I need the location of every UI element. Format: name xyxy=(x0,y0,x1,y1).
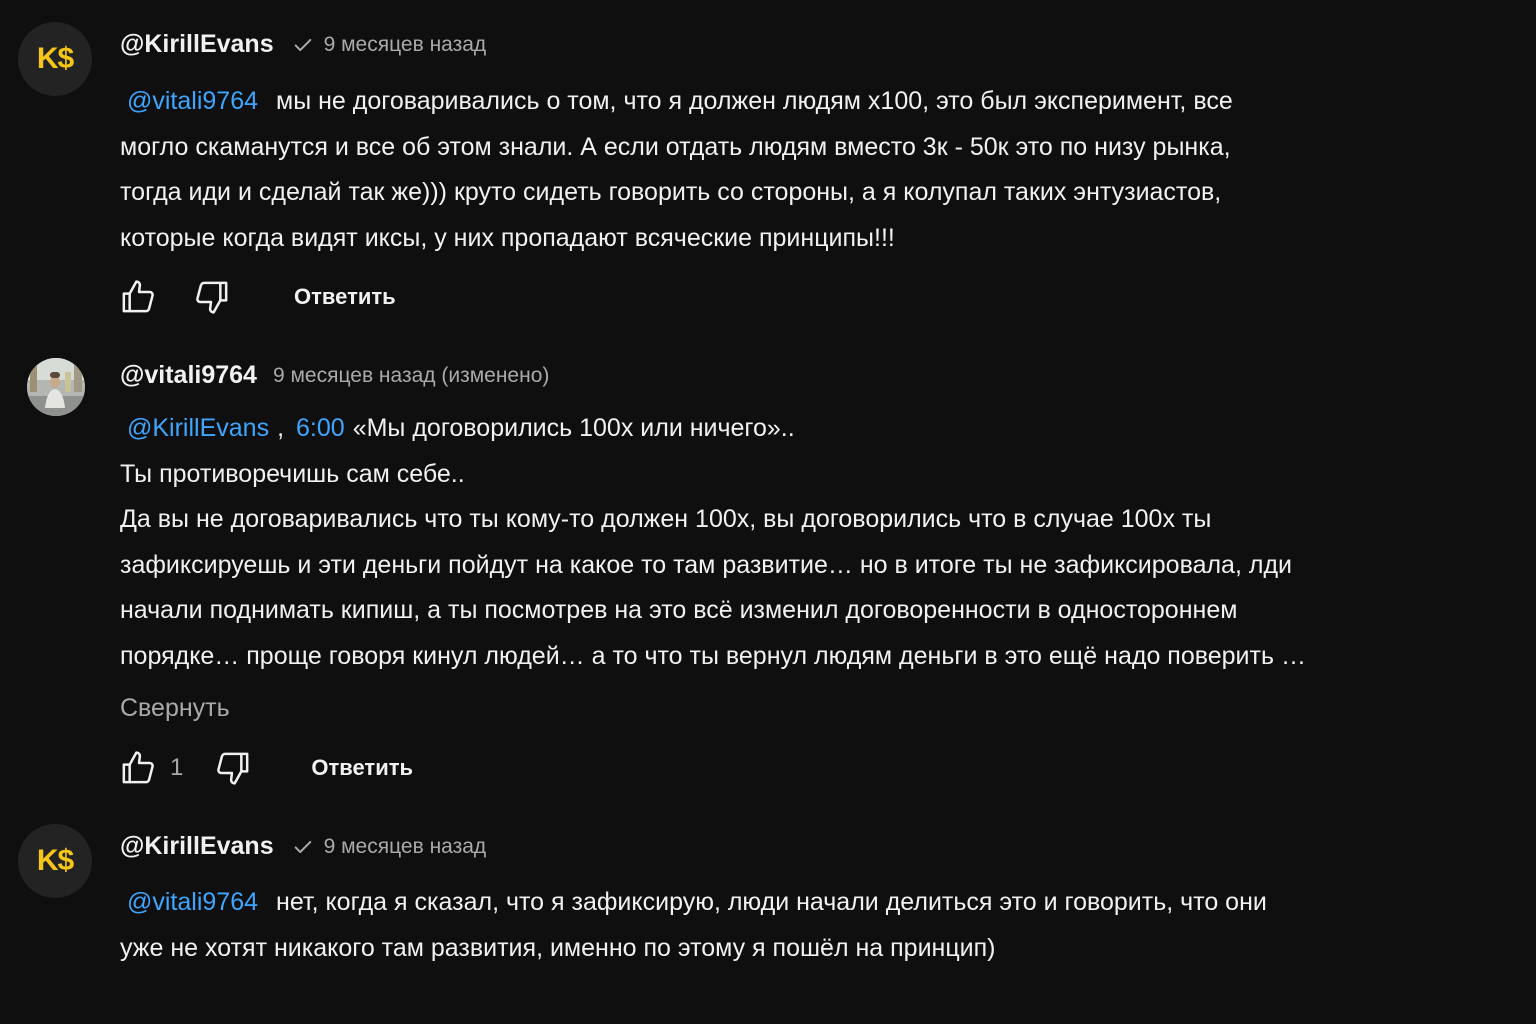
thumbs-down-icon[interactable] xyxy=(192,277,232,317)
mention-link[interactable]: @vitali9764 xyxy=(127,888,258,916)
comment-line: начали поднимать кипиш, а ты посмотрев н… xyxy=(120,596,1238,624)
check-icon xyxy=(294,38,311,51)
mention-link[interactable]: @vitali9764 xyxy=(127,87,258,115)
reply-button[interactable]: Ответить xyxy=(311,755,413,781)
like-count: 1 xyxy=(170,754,184,781)
separator: , xyxy=(277,414,285,442)
avatar-text: K$ xyxy=(36,42,74,75)
comment-time[interactable]: 9 месяцев назад xyxy=(324,33,487,57)
comment-line: Да вы не договаривались что ты кому-то д… xyxy=(120,505,1212,533)
reply-button[interactable]: Ответить xyxy=(294,284,396,310)
comment-line: могло скаманутся и все об этом знали. А … xyxy=(120,132,1231,161)
comment-line: порядке… проще говоря кинул людей… а то … xyxy=(120,641,1306,670)
collapse-link[interactable]: Свернуть xyxy=(120,694,230,723)
author-name[interactable]: @vitali9764 xyxy=(120,361,257,390)
thumbs-up-icon[interactable] xyxy=(118,748,158,788)
comment-header: @KirillEvans 9 месяцев назад xyxy=(120,832,486,861)
author-avatar[interactable]: K$ xyxy=(18,22,92,96)
author-name[interactable]: @KirillEvans xyxy=(120,832,274,861)
comment-time[interactable]: 9 месяцев назад (изменено) xyxy=(273,364,549,388)
comment-line: уже не хотят никакого там развития, имен… xyxy=(120,933,996,962)
author-avatar[interactable] xyxy=(27,358,85,416)
timestamp-link[interactable]: 6:00 xyxy=(296,414,345,442)
comment-line: которые когда видят иксы, у них пропадаю… xyxy=(120,223,895,252)
comment-text: @vitali9764 нет, когда я сказал, что я за… xyxy=(120,880,1420,971)
thumbs-up-icon[interactable] xyxy=(118,277,158,317)
comment-line: мы не договаривались о том, что я должен… xyxy=(276,87,1233,115)
comment-header: @vitali9764 9 месяцев назад (изменено) xyxy=(120,361,549,390)
comment-line: тогда иди и сделай так же))) круто сидет… xyxy=(120,178,1222,206)
comment-line: зафиксируешь и эти деньги пойдут на како… xyxy=(120,550,1292,579)
comment-text: @KirillEvans, 6:00 «Мы договорились 100х и… xyxy=(120,406,1420,679)
mention-link[interactable]: @KirillEvans xyxy=(127,414,269,442)
comment-actions: 1 Ответить xyxy=(118,748,413,788)
comment-actions: Ответить xyxy=(118,277,396,317)
avatar-photo-image xyxy=(27,358,85,416)
comment-line: нет, когда я сказал, что я зафиксирую, л… xyxy=(276,888,1267,916)
avatar-text: K$ xyxy=(36,844,74,877)
author-name[interactable]: @KirillEvans xyxy=(120,30,274,59)
comment-text: @vitali9764 мы не договаривались о том, ч… xyxy=(120,79,1420,261)
author-avatar[interactable]: K$ xyxy=(18,824,92,898)
thumbs-down-icon[interactable] xyxy=(213,748,253,788)
comment-line: Ты противоречишь сам себе.. xyxy=(120,459,465,488)
comment-line: «Мы договорились 100х или ничего».. xyxy=(352,414,795,442)
check-icon xyxy=(294,840,311,853)
comment-time[interactable]: 9 месяцев назад xyxy=(324,835,487,859)
comment-header: @KirillEvans 9 месяцев назад xyxy=(120,30,486,59)
